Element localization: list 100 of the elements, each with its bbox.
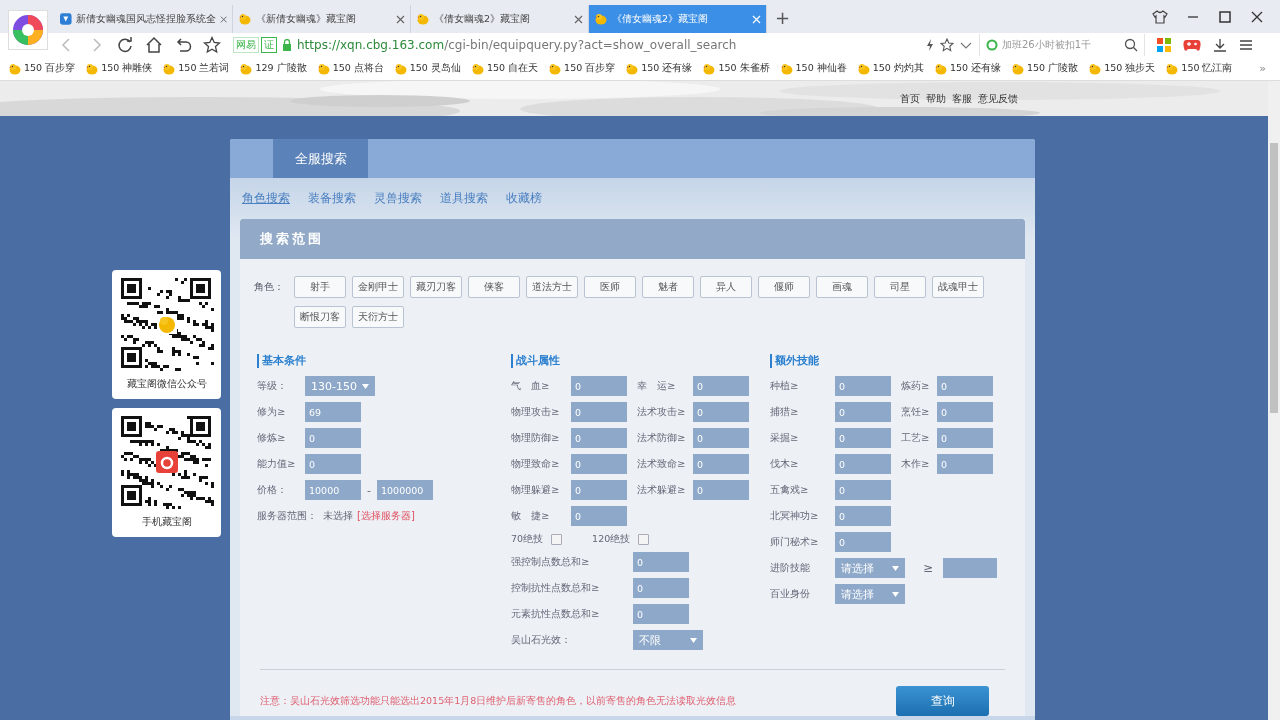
role-button[interactable]: 侠客 (468, 276, 520, 298)
subtab[interactable]: 道具搜索 (440, 190, 488, 207)
input-field[interactable]: 0 (571, 428, 627, 448)
input-field[interactable]: 0 (693, 454, 749, 474)
search-icon[interactable] (1124, 38, 1138, 52)
role-button[interactable]: 战魂甲士 (932, 276, 984, 298)
apps-icon[interactable] (1157, 38, 1171, 52)
browser-tab[interactable]: 《倩女幽魂2》藏宝阁 (589, 5, 767, 33)
subtab[interactable]: 角色搜索 (242, 190, 290, 207)
input-field[interactable]: 0 (835, 532, 891, 552)
role-button[interactable]: 道法方士 (526, 276, 578, 298)
query-button[interactable]: 查询 (896, 686, 989, 716)
header-link[interactable]: 首页 (900, 92, 920, 106)
input-field[interactable]: 0 (571, 454, 627, 474)
role-button[interactable]: 异人 (700, 276, 752, 298)
input-field[interactable]: 0 (633, 578, 689, 598)
maximize-icon[interactable] (1218, 9, 1232, 24)
input-field[interactable]: 0 (937, 376, 993, 396)
role-button[interactable]: 偃师 (758, 276, 810, 298)
menu-icon[interactable] (1239, 38, 1253, 52)
star-icon[interactable] (203, 36, 221, 54)
bookmark-link[interactable]: 150 百步穿 (548, 62, 616, 75)
bookmark-link[interactable]: 129 广陵散 (239, 62, 307, 75)
input-field[interactable]: 1000000 (377, 480, 433, 500)
header-link[interactable]: 客服 (952, 92, 972, 106)
input-field[interactable]: 0 (693, 402, 749, 422)
input-field[interactable]: 10000 (305, 480, 361, 500)
subtab[interactable]: 收藏榜 (506, 190, 542, 207)
role-button[interactable]: 金刚甲士 (352, 276, 404, 298)
subtab[interactable]: 装备搜索 (308, 190, 356, 207)
input-field[interactable]: 0 (633, 604, 689, 624)
header-link[interactable]: 帮助 (926, 92, 946, 106)
bookmark-link[interactable]: 150 自在天 (470, 62, 539, 75)
input-field[interactable]: 0 (571, 376, 627, 396)
shirt-icon[interactable] (1152, 9, 1168, 24)
role-button[interactable]: 断恨刀客 (294, 306, 346, 328)
scrollbar-thumb[interactable] (1270, 143, 1278, 413)
gamepad-icon[interactable] (1183, 38, 1201, 52)
input-field[interactable]: 0 (835, 402, 891, 422)
input-field[interactable]: 0 (571, 480, 627, 500)
checkbox[interactable] (638, 533, 650, 545)
input-field[interactable]: 0 (937, 402, 993, 422)
input-field[interactable]: 0 (835, 480, 891, 500)
input-field[interactable]: 0 (835, 454, 891, 474)
bookmark-link[interactable]: 150 灵岛仙 (393, 62, 461, 75)
input-field[interactable]: 0 (835, 428, 891, 448)
bookmark-link[interactable]: 150 忆江南 (1165, 62, 1233, 75)
input-field[interactable]: 0 (305, 428, 361, 448)
lightning-icon[interactable] (925, 38, 935, 52)
input-field[interactable]: 69 (305, 402, 361, 422)
role-button[interactable]: 魅者 (642, 276, 694, 298)
search-field[interactable]: 加班26小时被扣1千 (980, 34, 1145, 56)
input-field[interactable]: 0 (835, 376, 891, 396)
new-tab-button[interactable]: + (775, 5, 791, 33)
bookmark-link[interactable]: 150 百步穿 (8, 62, 76, 75)
role-button[interactable]: 藏刃刀客 (410, 276, 462, 298)
role-button[interactable]: 医师 (584, 276, 636, 298)
reload-icon[interactable] (116, 36, 134, 54)
main-tab[interactable]: 全服搜索 (273, 139, 368, 178)
dropdown[interactable]: 不限 (633, 630, 703, 650)
input-field[interactable]: 0 (571, 506, 627, 526)
role-button[interactable]: 司星 (874, 276, 926, 298)
input-field[interactable]: 0 (693, 376, 749, 396)
input-field[interactable]: 0 (305, 454, 361, 474)
dropdown[interactable]: 130-150 (305, 376, 375, 396)
input-field[interactable] (943, 558, 998, 578)
checkbox[interactable] (551, 533, 563, 545)
download-icon[interactable] (1213, 38, 1227, 52)
undo-icon[interactable] (174, 36, 192, 54)
subtab[interactable]: 灵兽搜索 (374, 190, 422, 207)
bookmark-link[interactable]: 150 点将台 (316, 62, 384, 75)
bookmark-link[interactable]: 150 神雕侠 (85, 62, 153, 75)
dropdown[interactable]: 请选择 (835, 558, 905, 578)
role-button[interactable]: 天衍方士 (352, 306, 404, 328)
bookmark-link[interactable]: 150 广陵散 (1011, 62, 1079, 75)
scrollbar[interactable] (1268, 81, 1280, 720)
role-button[interactable]: 射手 (294, 276, 346, 298)
close-icon[interactable] (574, 14, 583, 24)
more-bookmarks-button[interactable]: » (1259, 62, 1266, 75)
bookmark-link[interactable]: 150 还有缘 (933, 62, 1002, 75)
close-icon[interactable] (396, 14, 405, 24)
role-button[interactable]: 画魂 (816, 276, 868, 298)
input-field[interactable]: 0 (693, 428, 749, 448)
home-icon[interactable] (145, 36, 163, 54)
header-link[interactable]: 意见反馈 (978, 92, 1018, 106)
input-field[interactable]: 0 (693, 480, 749, 500)
input-field[interactable]: 0 (633, 552, 689, 572)
bookmark-link[interactable]: 150 还有缘 (625, 62, 693, 75)
select-server-link[interactable]: [选择服务器] (357, 509, 415, 523)
bookmark-link[interactable]: 150 朱雀桥 (702, 62, 770, 75)
input-field[interactable]: 0 (571, 402, 627, 422)
input-field[interactable]: 0 (937, 428, 993, 448)
address-bar[interactable]: 网易 证 https://xqn.cbg.163.com/cgi-bin/equipquery.py?act=show_overall_search (233, 34, 980, 56)
close-icon[interactable] (1250, 9, 1264, 24)
input-field[interactable]: 0 (835, 506, 891, 526)
bookmark-link[interactable]: 150 兰若词 (162, 62, 230, 75)
bookmark-link[interactable]: 150 独步天 (1088, 62, 1156, 75)
input-field[interactable]: 0 (937, 454, 993, 474)
bookmark-link[interactable]: 150 灼灼其 (856, 62, 924, 75)
star-icon[interactable] (940, 38, 954, 52)
